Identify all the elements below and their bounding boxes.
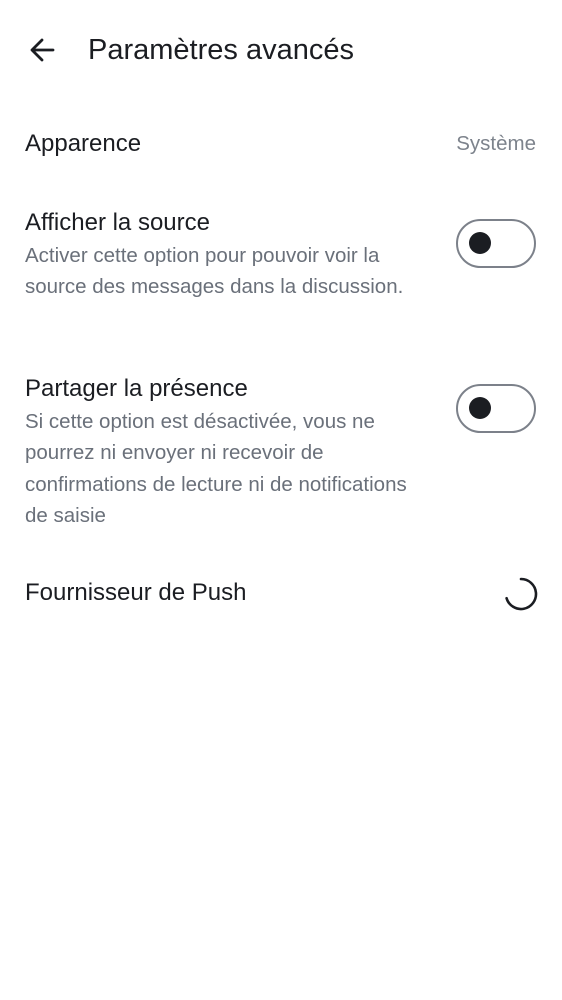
setting-push-provider[interactable]: Fournisseur de Push	[0, 560, 562, 628]
appearance-label: Apparence	[25, 130, 142, 157]
share-presence-description: Si cette option est désactivée, vous ne …	[25, 410, 407, 527]
arrow-left-icon	[30, 38, 55, 62]
appearance-value: Système	[456, 132, 536, 155]
show-source-label: Afficher la source	[25, 209, 210, 236]
back-button[interactable]	[20, 28, 64, 72]
setting-appearance[interactable]: Apparence Système	[0, 112, 562, 176]
share-presence-label: Partager la présence	[25, 375, 248, 402]
page-title: Paramètres avancés	[88, 34, 354, 66]
top-app-bar: Paramètres avancés	[0, 0, 562, 100]
toggle-knob	[469, 397, 491, 419]
push-provider-label: Fournisseur de Push	[25, 579, 247, 606]
setting-show-source[interactable]: Afficher la source Activer cette option …	[0, 200, 562, 340]
setting-share-presence[interactable]: Partager la présence Si cette option est…	[0, 366, 562, 536]
loading-spinner-icon	[505, 577, 538, 611]
show-source-description: Activer cette option pour pouvoir voir l…	[25, 244, 404, 299]
share-presence-toggle[interactable]	[456, 384, 536, 433]
toggle-knob	[469, 232, 491, 254]
show-source-toggle[interactable]	[456, 219, 536, 268]
advanced-settings-screen: Paramètres avancés Apparence Système Aff…	[0, 0, 562, 1000]
